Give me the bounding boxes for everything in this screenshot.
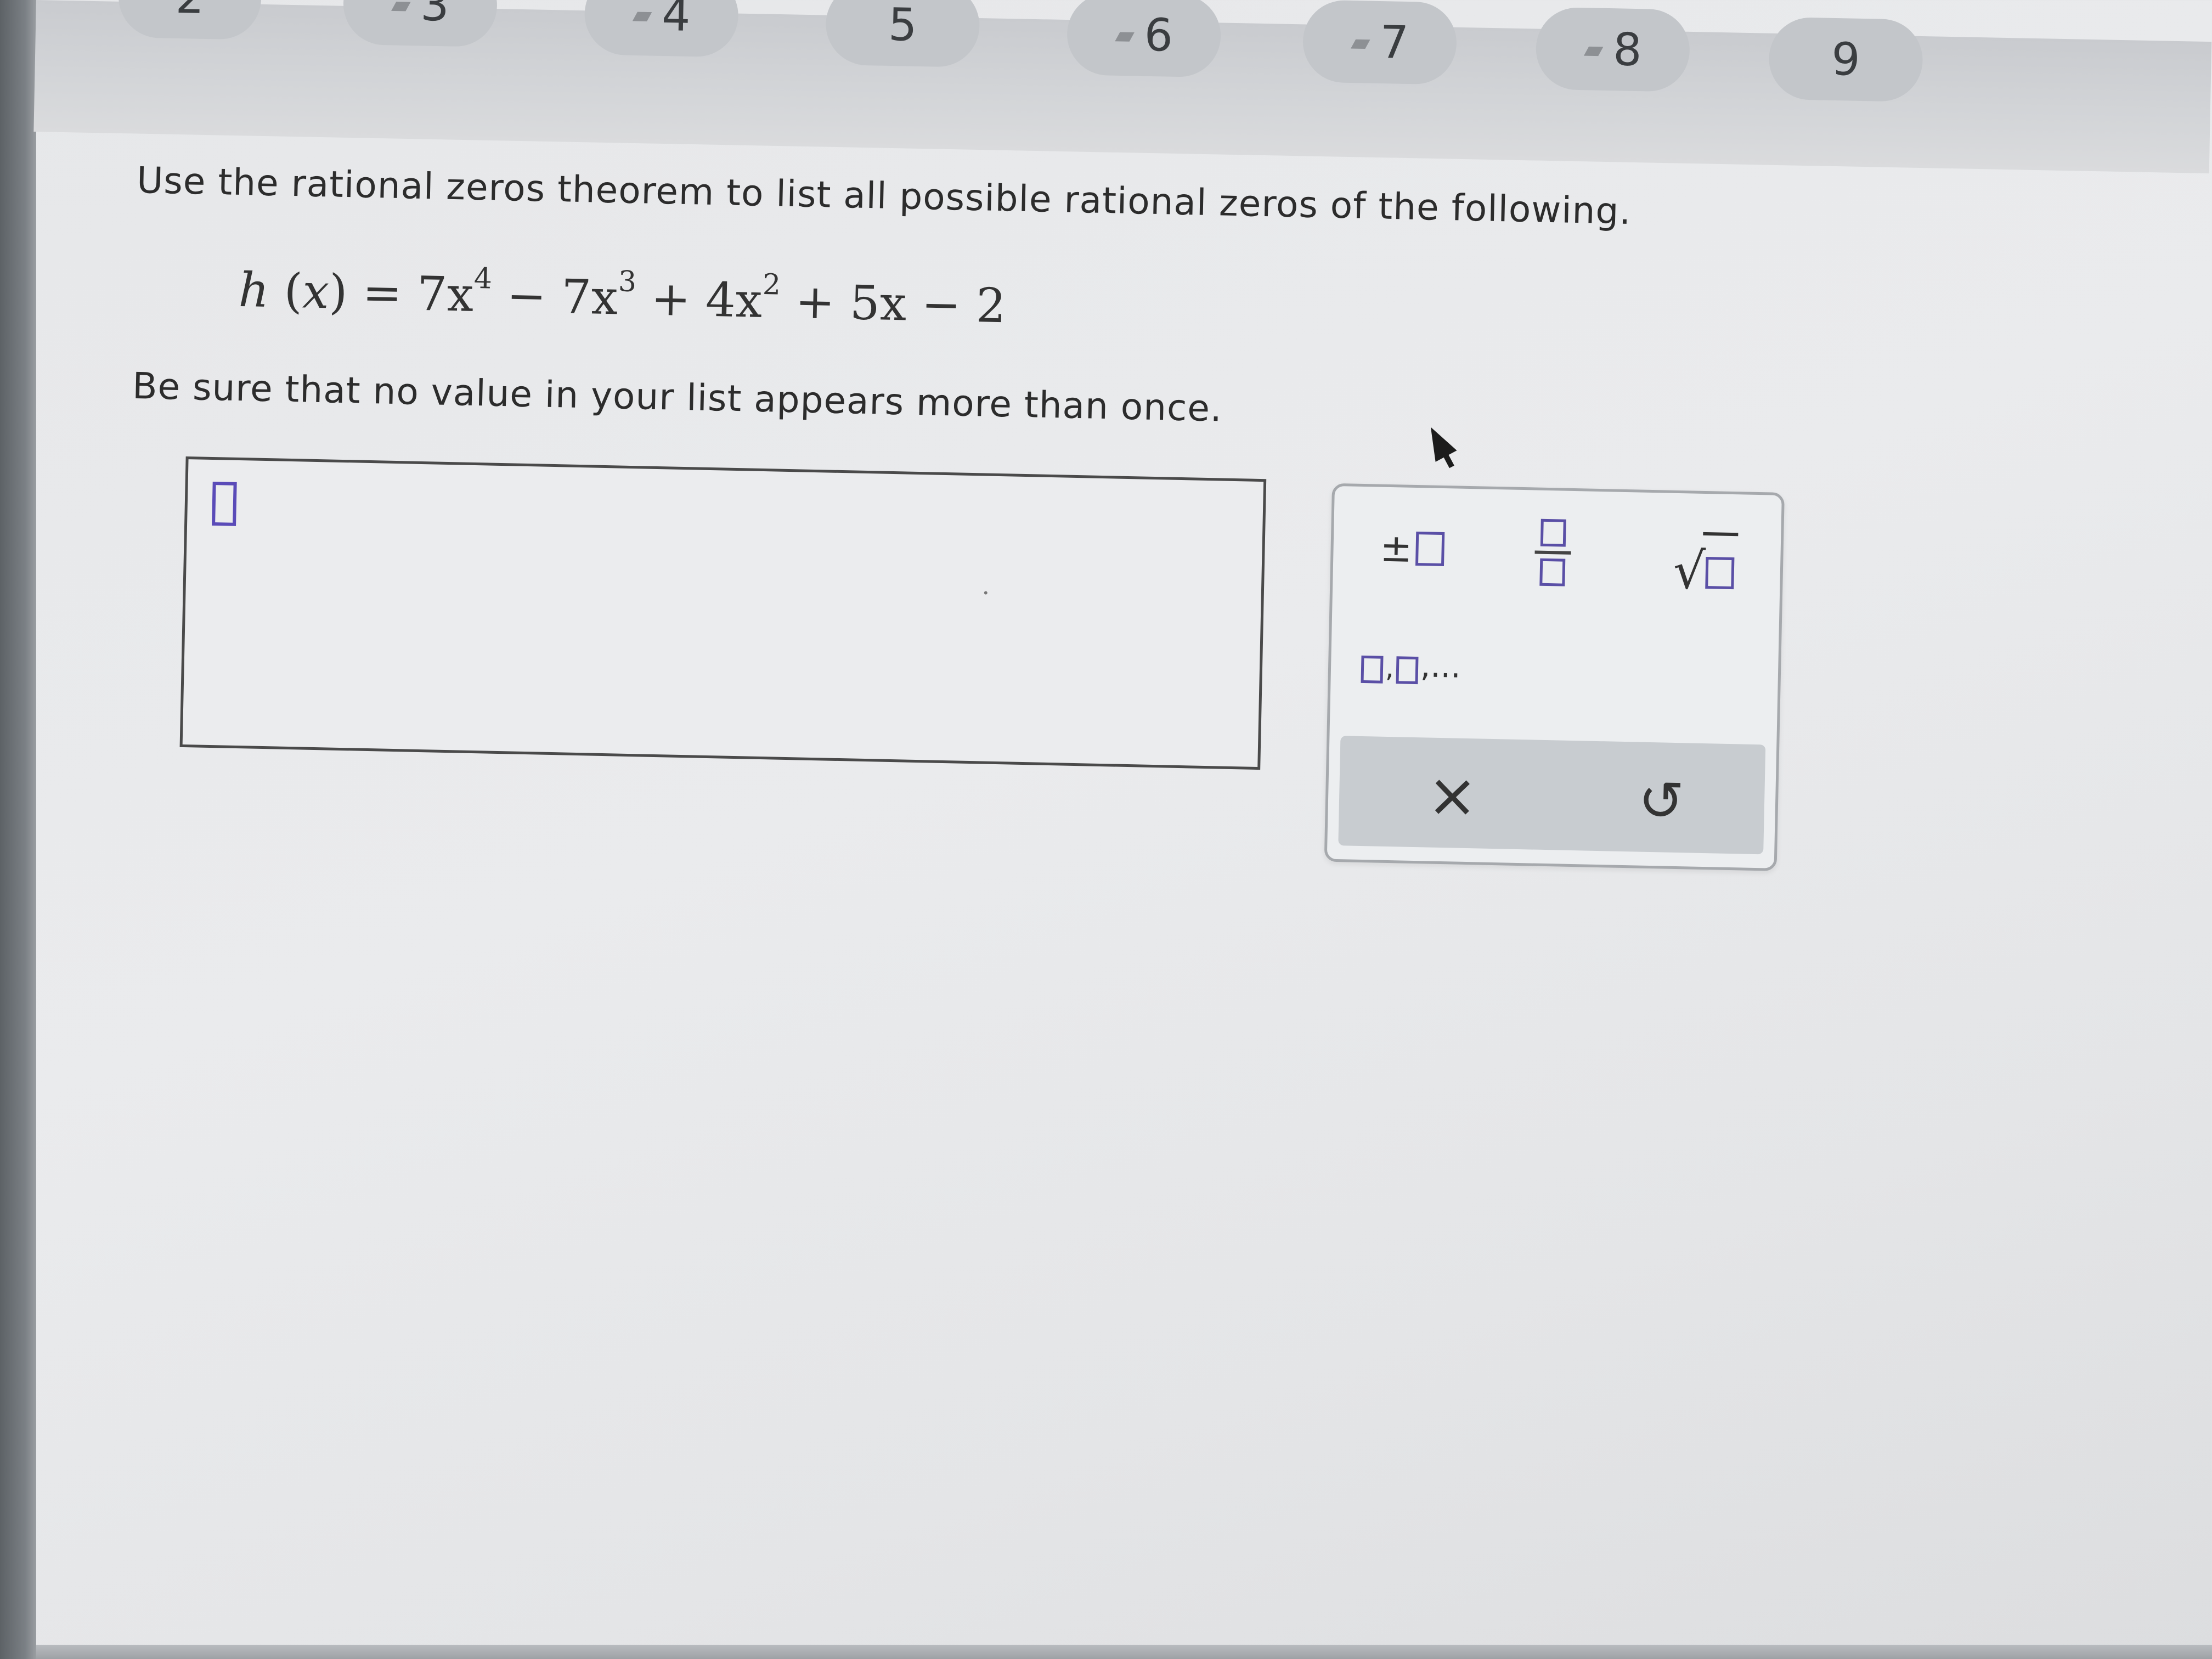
open-paren: (	[283, 263, 303, 319]
tab-label: 4	[661, 0, 691, 42]
undo-button[interactable]: ↺	[1638, 769, 1685, 834]
keypad-action-bar: × ↺	[1338, 736, 1766, 855]
flag-icon: ▰	[1583, 34, 1604, 64]
screen-bezel	[0, 0, 36, 1659]
flag-icon: ▰	[1350, 27, 1371, 57]
radicand-square-icon	[1705, 557, 1735, 590]
instruction-text: Be sure that no value in your list appea…	[132, 364, 1223, 430]
placeholder-square-icon	[1415, 531, 1444, 567]
list-square-icon	[1396, 656, 1419, 685]
sqrt-roof	[1701, 532, 1738, 602]
question-tab-8[interactable]: ▰ 8	[1535, 7, 1691, 92]
question-tab-4[interactable]: ▰ 4	[584, 0, 740, 58]
question-tab-3[interactable]: ▰ 3	[342, 0, 498, 48]
flag-icon: ▰	[391, 0, 411, 20]
question-content: Use the rational zeros theorem to list a…	[120, 159, 1948, 1020]
list-ellipsis: ,...	[1420, 647, 1462, 685]
term-4: + 5x − 2	[794, 274, 1007, 334]
question-prompt: Use the rational zeros theorem to list a…	[136, 159, 1632, 233]
tab-label: 6	[1143, 9, 1173, 62]
answer-input[interactable]	[179, 456, 1267, 770]
numerator-square-icon	[1540, 518, 1566, 547]
tab-label: 3	[420, 0, 450, 31]
plus-minus-button[interactable]: ±	[1380, 526, 1444, 572]
denominator-square-icon	[1539, 558, 1566, 586]
tab-label: 5	[888, 0, 918, 52]
clear-button[interactable]: ×	[1426, 760, 1479, 831]
function-name: h	[238, 262, 270, 319]
question-tab-7[interactable]: ▰ 7	[1302, 0, 1458, 85]
equals-sign: =	[362, 265, 403, 321]
plus-minus-icon: ±	[1379, 525, 1413, 571]
function-variable: x	[302, 264, 330, 320]
fraction-button[interactable]	[1534, 518, 1571, 586]
text-cursor-placeholder	[212, 482, 237, 526]
tab-label: 8	[1612, 23, 1643, 76]
sqrt-icon: √	[1672, 541, 1706, 601]
screen-bottom-edge	[36, 1645, 2212, 1659]
stray-dot	[984, 591, 988, 595]
flag-icon: ▰	[1114, 19, 1135, 50]
term-3: + 4x	[650, 271, 763, 329]
exponent-1: 4	[473, 262, 493, 296]
fraction-bar-icon	[1534, 550, 1571, 555]
tab-label: 7	[1379, 16, 1409, 69]
tab-label: 2	[175, 0, 205, 24]
tab-label: 9	[1831, 33, 1861, 86]
question-tab-2[interactable]: 2	[117, 0, 262, 40]
list-square-icon	[1361, 655, 1384, 684]
term-1: 7x	[416, 266, 475, 323]
question-tab-9[interactable]: 9	[1768, 16, 1923, 103]
close-paren: )	[328, 264, 348, 320]
flag-icon: ▰	[632, 0, 652, 30]
question-tab-6[interactable]: ▰ 6	[1066, 0, 1222, 78]
question-tab-5[interactable]: 5	[825, 0, 980, 68]
term-2: − 7x	[506, 268, 619, 326]
math-keypad: ± √ , ,... × ↺	[1324, 483, 1785, 871]
polynomial-formula: h (x) = 7x4 − 7x3 + 4x2 + 5x − 2	[238, 257, 1007, 334]
undo-icon: ↺	[1637, 768, 1685, 834]
question-navigation-bar: 2 ▰ 3 ▰ 4 5 ▰ 6 ▰ 7 ▰ 8 9	[33, 0, 2212, 174]
close-icon: ×	[1426, 759, 1479, 831]
square-root-button[interactable]: √	[1672, 532, 1738, 602]
exponent-2: 3	[618, 265, 637, 299]
exponent-3: 2	[762, 268, 781, 302]
list-button[interactable]: , ,...	[1361, 646, 1462, 685]
